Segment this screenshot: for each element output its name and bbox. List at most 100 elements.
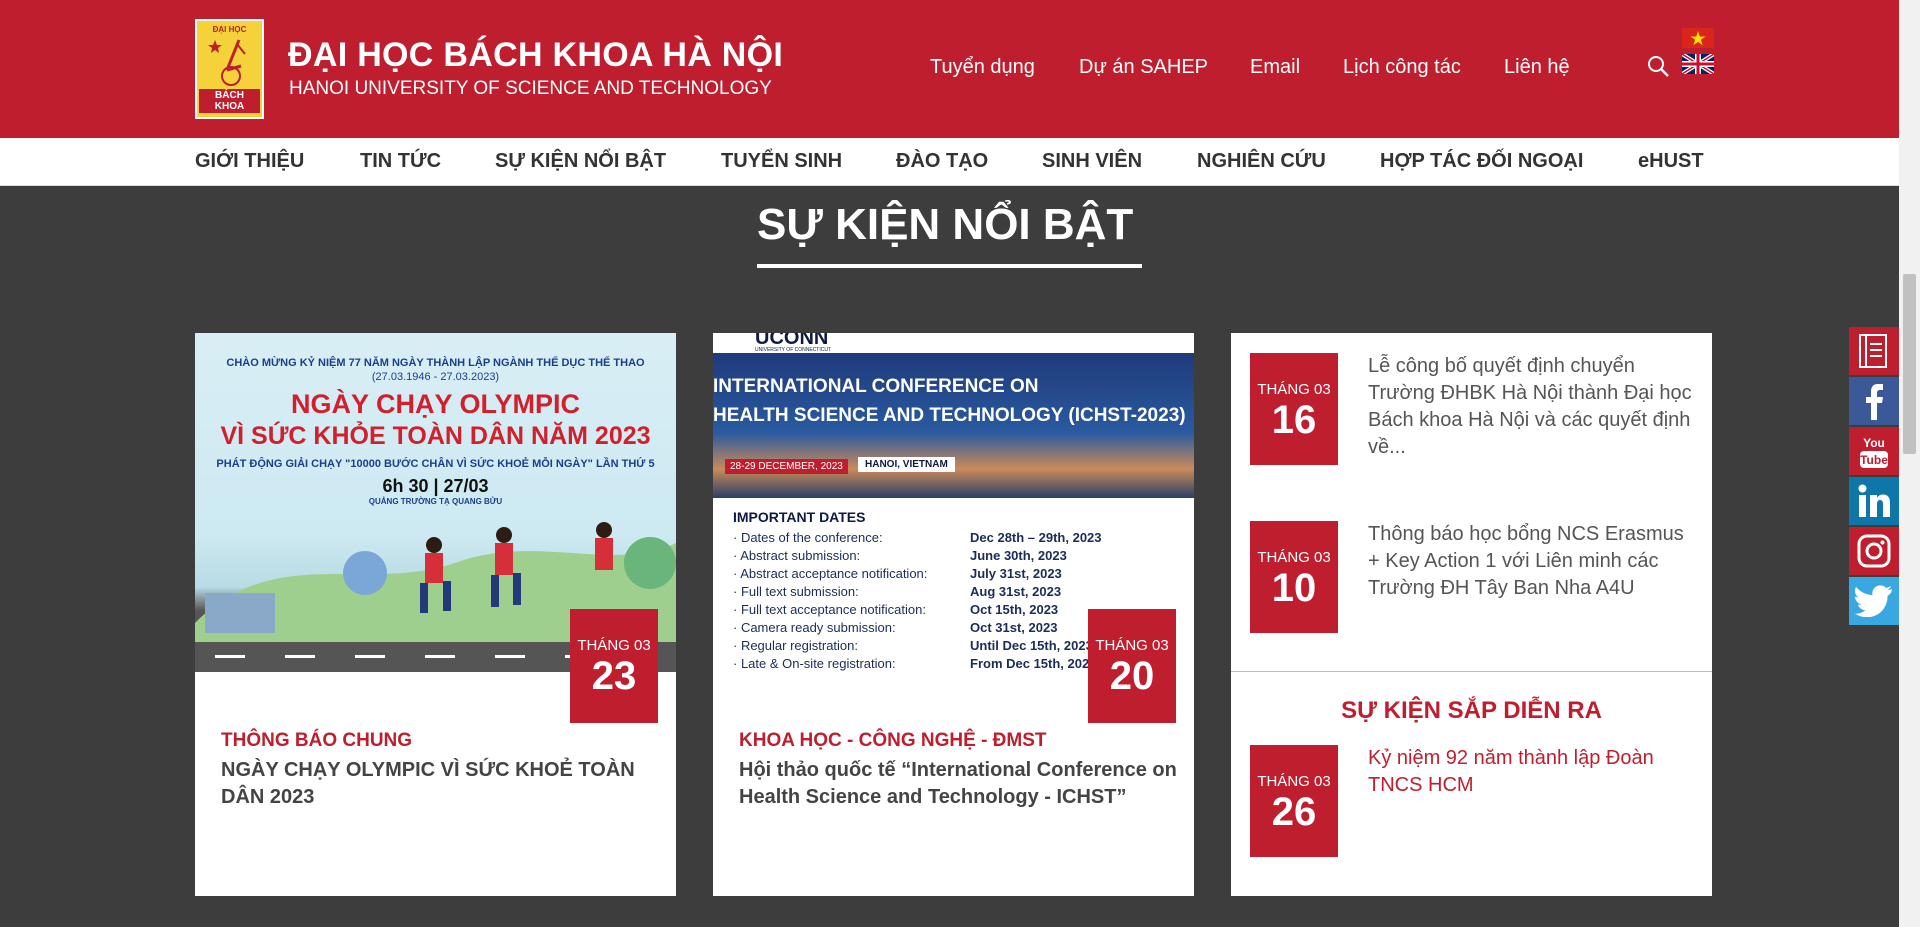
poster-banner-line: HEALTH SCIENCE AND TECHNOLOGY (ICHST-202…	[713, 405, 1186, 426]
youtube-glyph: You Tube	[1860, 436, 1888, 468]
news-item-title[interactable]: Thông báo học bổng NCS Erasmus + Key Act…	[1368, 521, 1698, 602]
date-day: 26	[1271, 790, 1317, 834]
search-icon[interactable]	[1646, 54, 1670, 78]
site-title[interactable]: ĐẠI HỌC BÁCH KHOA HÀ NỘI	[288, 36, 783, 75]
nav-sinh-vien[interactable]: SINH VIÊN	[1042, 150, 1142, 173]
poster-date-row: · Late & On-site registration: From Dec 1…	[733, 656, 1096, 671]
scrollbar-thumb[interactable]	[1903, 274, 1916, 454]
poster-date-row: · Abstract acceptance notification: July …	[733, 566, 1062, 581]
nav-ehust[interactable]: eHUST	[1638, 150, 1704, 173]
poster-date-row: · Full text submission: Aug 31st, 2023	[733, 584, 1061, 599]
notebook-icon[interactable]	[1849, 327, 1899, 375]
logo-bottom-text: BÁCH KHOA	[199, 89, 260, 113]
instagram-glyph	[1857, 534, 1891, 568]
link-lich-cong-tac[interactable]: Lịch công tác	[1343, 56, 1461, 79]
facebook-icon[interactable]	[1849, 377, 1899, 425]
nav-dao-tao[interactable]: ĐÀO TẠO	[896, 150, 988, 173]
poster-tagline: PHÁT ĐỘNG GIẢI CHẠY "10000 BƯỚC CHÂN VÌ …	[216, 458, 655, 470]
row-value: June 30th, 2023	[970, 548, 1067, 563]
event-card[interactable]: UCONN UNIVERSITY OF CONNECTICUT INTERNAT…	[713, 333, 1194, 896]
row-value: From Dec 15th, 2023	[970, 656, 1097, 671]
date-badge: THÁNG 03 23	[570, 609, 658, 723]
site-subtitle: HANOI UNIVERSITY OF SCIENCE AND TECHNOLO…	[289, 78, 772, 99]
date-badge: THÁNG 03 20	[1088, 609, 1176, 723]
nav-hop-tac-doi-ngoai[interactable]: HỢP TÁC ĐỐI NGOẠI	[1380, 150, 1583, 173]
scrollbar-track[interactable]	[1899, 0, 1920, 927]
twitter-glyph	[1855, 585, 1892, 617]
date-month: THÁNG 03	[1257, 381, 1331, 398]
row-value: Oct 31st, 2023	[970, 620, 1058, 635]
twitter-icon[interactable]	[1849, 577, 1899, 625]
row-value: Dec 28th – 29th, 2023	[970, 530, 1102, 545]
university-logo[interactable]: ĐẠI HỌC BÁCH KHOA	[195, 19, 264, 119]
poster-place: HANOI, VIETNAM	[858, 457, 955, 472]
row-label: · Camera ready submission:	[733, 620, 896, 635]
link-du-an-sahep[interactable]: Dự án SAHEP	[1079, 56, 1208, 79]
nav-tin-tuc[interactable]: TIN TỨC	[360, 150, 441, 173]
notebook-glyph	[1859, 334, 1887, 368]
section-title: SỰ KIỆN NỔI BẬT	[757, 200, 1134, 249]
poster-banner-line: INTERNATIONAL CONFERENCE ON	[713, 376, 1039, 397]
logo-top-text: ĐẠI HỌC	[212, 25, 247, 34]
divider	[1231, 671, 1712, 672]
poster-headline: VÌ SỨC KHỎE TOÀN DÂN NĂM 2023	[220, 422, 651, 450]
poster-date-row: · Abstract submission: June 30th, 2023	[733, 548, 1067, 563]
date-day: 20	[1109, 654, 1155, 698]
uk-flag-icon[interactable]	[1682, 54, 1714, 74]
row-label: · Late & On-site registration:	[733, 656, 896, 671]
event-title[interactable]: Hội thảo quốc tế “International Conferen…	[739, 757, 1179, 811]
date-day: 16	[1271, 398, 1317, 442]
facebook-glyph	[1866, 384, 1883, 420]
instagram-icon[interactable]	[1849, 527, 1899, 575]
row-label: · Abstract acceptance notification:	[733, 566, 928, 581]
logo-emblem-icon	[207, 38, 246, 86]
poster-date-row: · Dates of the conference: Dec 28th – 29t…	[733, 530, 1102, 545]
poster-line: (27.03.1946 - 27.03.2023)	[371, 371, 500, 383]
date-badge: THÁNG 03 10	[1250, 521, 1338, 633]
poster-date-row: · Regular registration: Until Dec 15th, 2…	[733, 638, 1093, 653]
poster-date-row: · Camera ready submission: Oct 31st, 2023	[733, 620, 1057, 635]
poster-headline: NGÀY CHẠY OLYMPIC	[290, 389, 581, 419]
event-title[interactable]: NGÀY CHẠY OLYMPIC VÌ SỨC KHOẺ TOÀN DÂN 2…	[221, 757, 661, 811]
main-navigation: GIỚI THIỆU TIN TỨC SỰ KIỆN NỔI BẬT TUYỂN…	[0, 138, 1899, 186]
svg-text:You: You	[1863, 436, 1885, 450]
nav-nghien-cuu[interactable]: NGHIÊN CỨU	[1197, 150, 1326, 173]
poster-line: CHÀO MỪNG KỶ NIỆM 77 NĂM NGÀY THÀNH LẬP …	[226, 357, 645, 369]
event-category[interactable]: THÔNG BÁO CHUNG	[221, 730, 412, 752]
date-badge: THÁNG 03 26	[1250, 745, 1338, 857]
row-value: July 31st, 2023	[970, 566, 1062, 581]
news-column: THÁNG 03 16 Lễ công bố quyết định chuyển…	[1231, 333, 1712, 896]
date-month: THÁNG 03	[577, 637, 651, 654]
nav-gioi-thieu[interactable]: GIỚI THIỆU	[195, 150, 304, 173]
event-card[interactable]: CHÀO MỪNG KỶ NIỆM 77 NĂM NGÀY THÀNH LẬP …	[195, 333, 676, 896]
poster-dates: 28-29 DECEMBER, 2023	[725, 459, 848, 474]
upcoming-item-title[interactable]: Kỷ niệm 92 năm thành lập Đoàn TNCS HCM	[1368, 745, 1698, 799]
svg-text:Tube: Tube	[1860, 453, 1888, 467]
news-item-title[interactable]: Lễ công bố quyết định chuyển Trường ĐHBK…	[1368, 353, 1698, 461]
linkedin-glyph	[1858, 484, 1890, 517]
event-category[interactable]: KHOA HỌC - CÔNG NGHỆ - ĐMST	[739, 730, 1047, 752]
row-label: · Abstract submission:	[733, 548, 861, 563]
link-tuyen-dung[interactable]: Tuyển dụng	[930, 56, 1035, 79]
poster-date-row: · Full text acceptance notification: Oct …	[733, 602, 1058, 617]
date-month: THÁNG 03	[1257, 773, 1331, 790]
row-label: · Regular registration:	[733, 638, 858, 653]
nav-su-kien-noi-bat[interactable]: SỰ KIỆN NỔI BẬT	[495, 150, 666, 173]
poster-time: 6h 30 | 27/03	[382, 476, 489, 496]
date-month: THÁNG 03	[1095, 637, 1169, 654]
youtube-icon[interactable]: You Tube	[1849, 427, 1899, 475]
date-day: 23	[591, 654, 637, 698]
site-header: ĐẠI HỌC BÁCH KHOA ĐẠI HỌC BÁCH KHOA HÀ N…	[0, 0, 1899, 138]
upcoming-events-title: SỰ KIỆN SẮP DIỄN RA	[1341, 697, 1602, 724]
linkedin-icon[interactable]	[1849, 477, 1899, 525]
vietnam-flag-icon[interactable]	[1682, 28, 1714, 48]
row-value: Aug 31st, 2023	[970, 584, 1062, 599]
row-label: · Full text submission:	[733, 584, 859, 599]
link-email[interactable]: Email	[1250, 56, 1300, 79]
link-lien-he[interactable]: Liên hệ	[1504, 56, 1570, 79]
nav-tuyen-sinh[interactable]: TUYỂN SINH	[721, 150, 842, 173]
date-day: 10	[1271, 566, 1317, 610]
date-badge: THÁNG 03 16	[1250, 353, 1338, 465]
row-label: · Dates of the conference:	[733, 530, 883, 545]
row-value: Oct 15th, 2023	[970, 602, 1059, 617]
